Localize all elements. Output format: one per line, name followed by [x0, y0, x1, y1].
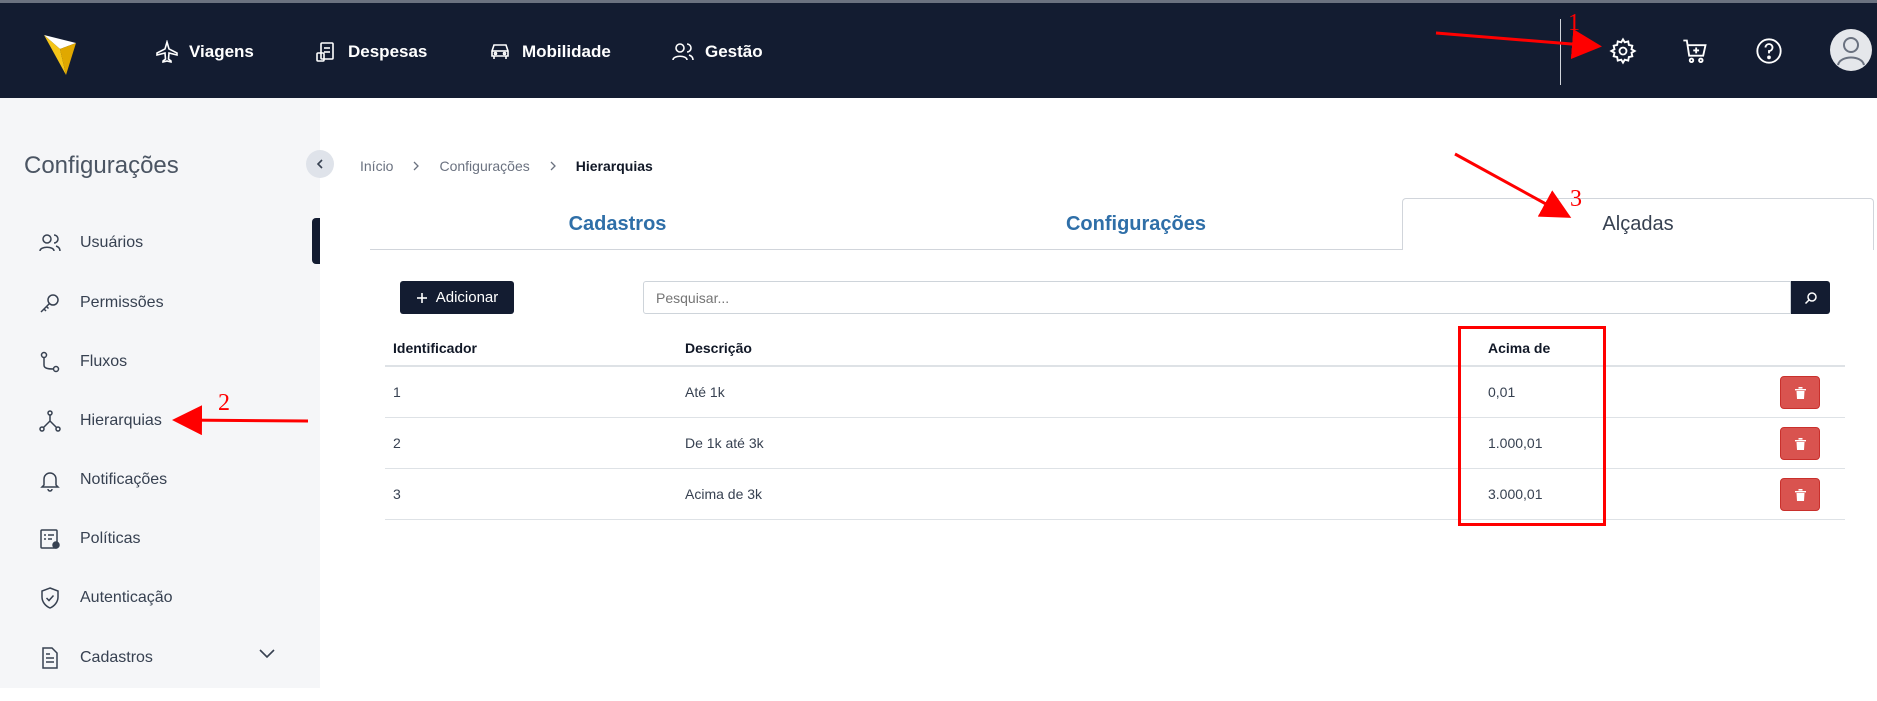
- user-avatar-icon: [1837, 37, 1865, 66]
- breadcrumb-inicio[interactable]: Início: [360, 158, 393, 174]
- sidebar-item-hierarquias[interactable]: Hierarquias: [38, 407, 162, 435]
- sidebar-item-autenticacao[interactable]: Autenticação: [38, 584, 173, 612]
- annotation-highlight-box: [1458, 326, 1606, 526]
- nav-despesas[interactable]: Despesas: [314, 39, 427, 65]
- annotation-number-1: 1: [1568, 10, 1580, 36]
- add-button[interactable]: Adicionar: [400, 281, 514, 314]
- add-button-label: Adicionar: [435, 289, 499, 306]
- sidebar-item-usuarios[interactable]: Usuários: [38, 229, 143, 257]
- tab-bar: Cadastros Configurações Alçadas: [370, 198, 1874, 250]
- table-row: 2 De 1k até 3k 1.000,01: [385, 418, 1845, 469]
- users-icon: [39, 234, 61, 252]
- shield-icon: [41, 587, 59, 609]
- delete-button[interactable]: [1780, 478, 1820, 511]
- search-icon: [1804, 291, 1817, 304]
- nav-mobilidade[interactable]: Mobilidade: [488, 39, 611, 65]
- table-row: 3 Acima de 3k 3.000,01: [385, 469, 1845, 520]
- sidebar: Configurações Usuários Permissões Fluxos…: [0, 98, 334, 688]
- help-icon[interactable]: [1755, 37, 1783, 65]
- chevron-left-icon: [316, 159, 323, 169]
- document-icon: [42, 647, 58, 669]
- annotation-number-2: 2: [218, 390, 230, 416]
- tab-cadastros[interactable]: Cadastros: [370, 198, 865, 250]
- receipt-icon: [316, 42, 334, 62]
- delete-button[interactable]: [1780, 427, 1820, 460]
- cart-icon[interactable]: [1681, 37, 1709, 65]
- nav-gestao[interactable]: Gestão: [671, 39, 763, 65]
- sidebar-scroll-indicator: [312, 218, 320, 264]
- nav-viagens[interactable]: Viagens: [155, 39, 254, 65]
- sidebar-item-label: Autenticação: [80, 589, 173, 606]
- nav-label: Viagens: [189, 42, 254, 61]
- table-row: 1 Até 1k 0,01: [385, 367, 1845, 418]
- cell-descricao: Até 1k: [685, 384, 725, 400]
- cell-identificador: 3: [393, 486, 401, 502]
- sidebar-collapse-button[interactable]: [306, 150, 334, 178]
- flow-icon: [40, 351, 60, 373]
- sidebar-item-politicas[interactable]: Políticas: [38, 525, 140, 553]
- trash-icon: [1794, 437, 1806, 450]
- sidebar-item-label: Cadastros: [80, 649, 153, 666]
- column-header-identificador: Identificador: [393, 340, 478, 356]
- users-icon: [672, 43, 694, 61]
- avatar[interactable]: [1830, 29, 1872, 71]
- annotation-number-3: 3: [1570, 186, 1582, 212]
- breadcrumb-hierarquias: Hierarquias: [575, 158, 653, 174]
- chevron-right-icon: [550, 161, 556, 171]
- sidebar-item-label: Notificações: [80, 471, 168, 488]
- chevron-down-icon[interactable]: [258, 644, 276, 662]
- sidebar-item-fluxos[interactable]: Fluxos: [38, 348, 127, 376]
- sidebar-item-label: Usuários: [80, 234, 144, 251]
- sidebar-item-permissoes[interactable]: Permissões: [38, 289, 164, 317]
- breadcrumb-configuracoes[interactable]: Configurações: [439, 158, 529, 174]
- sidebar-item-label: Políticas: [80, 530, 141, 547]
- sidebar-item-label: Fluxos: [80, 353, 128, 370]
- top-navbar: Viagens Despesas Mobilidade Gestão: [0, 0, 1877, 98]
- cell-descricao: Acima de 3k: [685, 486, 763, 502]
- delete-button[interactable]: [1780, 376, 1820, 409]
- logo-icon[interactable]: [40, 29, 80, 77]
- sidebar-item-cadastros[interactable]: Cadastros: [38, 644, 153, 672]
- hierarchy-icon: [39, 410, 61, 432]
- trash-icon: [1794, 488, 1806, 501]
- trash-icon: [1794, 386, 1806, 399]
- gear-icon[interactable]: [1609, 37, 1637, 65]
- breadcrumb: Início Configurações Hierarquias: [360, 158, 653, 174]
- navbar-divider: [1560, 19, 1561, 85]
- key-icon: [40, 294, 59, 313]
- nav-label: Despesas: [348, 42, 428, 61]
- sidebar-item-notificacoes[interactable]: Notificações: [38, 466, 167, 494]
- cell-descricao: De 1k até 3k: [685, 435, 764, 451]
- tab-configuracoes[interactable]: Configurações: [870, 198, 1402, 250]
- plus-icon: [416, 292, 427, 303]
- policy-icon: [40, 529, 60, 549]
- nav-label: Mobilidade: [522, 42, 611, 61]
- bell-icon: [40, 472, 60, 492]
- search-input[interactable]: [643, 281, 1791, 314]
- search-button[interactable]: [1791, 281, 1830, 314]
- sidebar-item-label: Permissões: [80, 294, 164, 311]
- cell-identificador: 1: [393, 384, 401, 400]
- cell-identificador: 2: [393, 435, 401, 451]
- sidebar-item-label: Hierarquias: [80, 412, 162, 429]
- column-header-descricao: Descrição: [685, 340, 752, 356]
- nav-label: Gestão: [705, 42, 763, 61]
- chevron-right-icon: [414, 161, 420, 171]
- sidebar-title: Configurações: [24, 152, 179, 179]
- tab-alcadas[interactable]: Alçadas: [1402, 198, 1874, 250]
- car-icon: [491, 44, 509, 59]
- airplane-icon: [156, 40, 178, 64]
